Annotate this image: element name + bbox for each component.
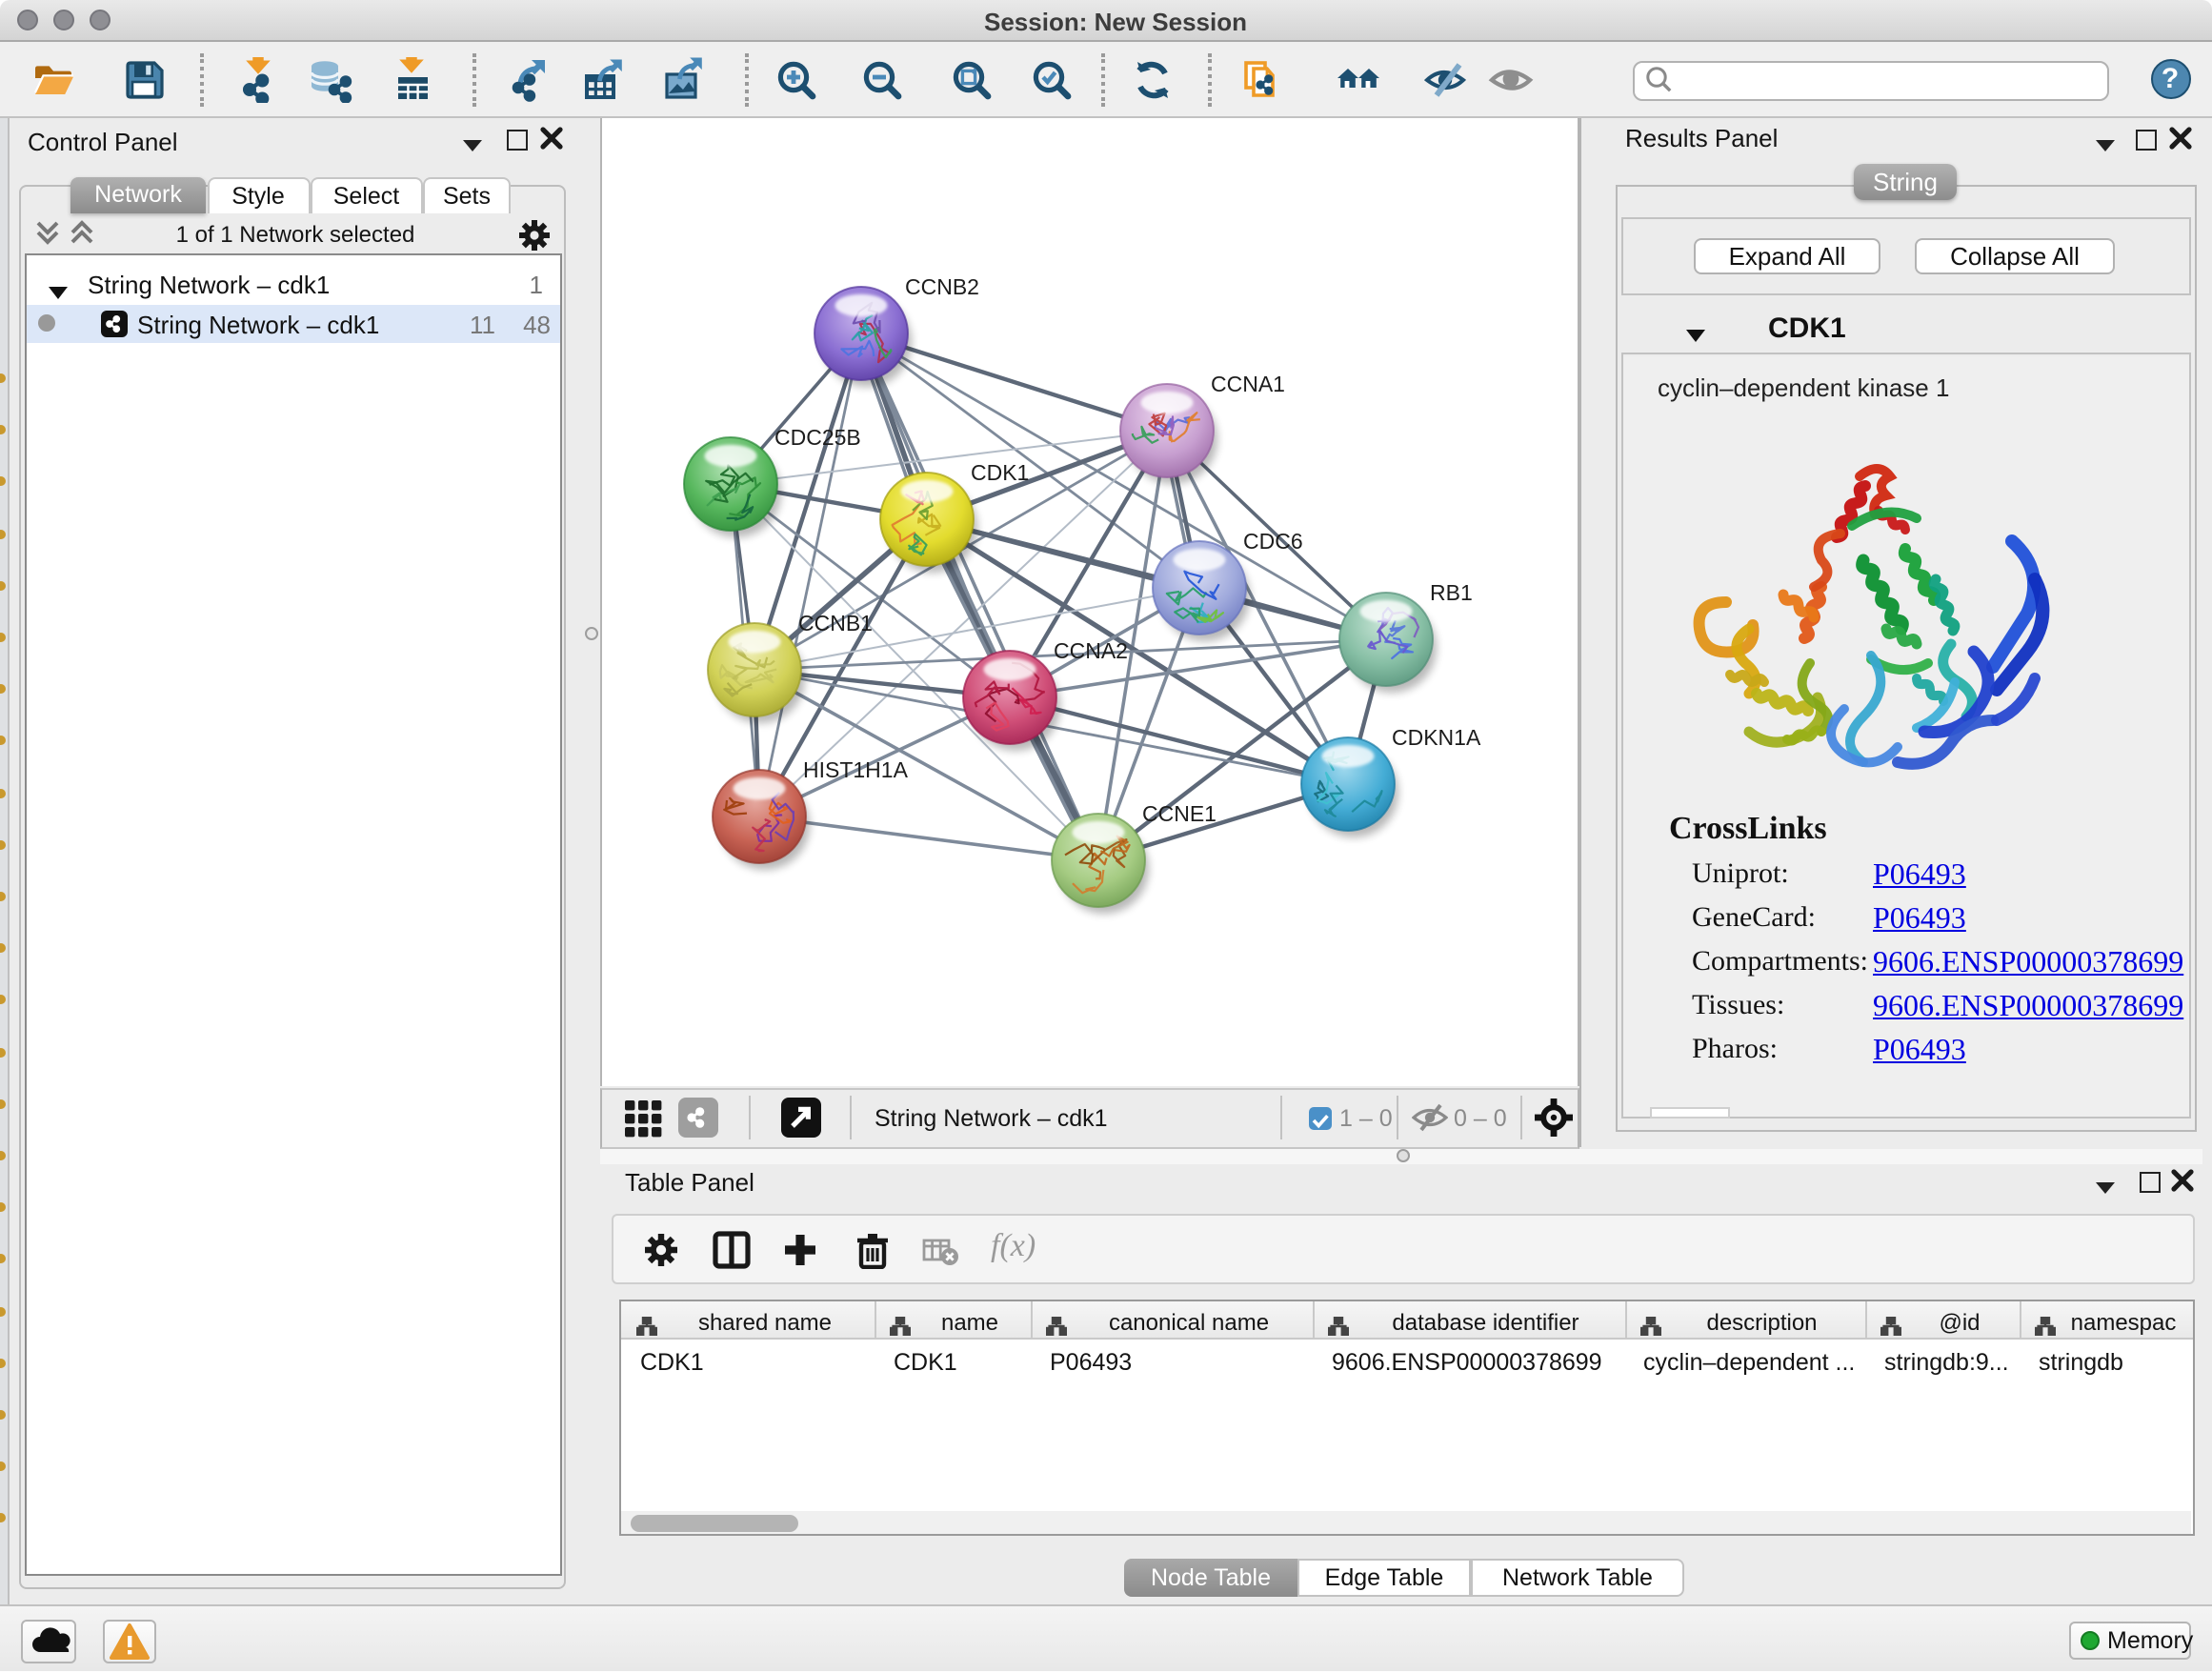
svg-text:HIST1H1A: HIST1H1A: [803, 757, 909, 782]
svg-text:RB1: RB1: [1430, 580, 1473, 605]
svg-text:CCNB2: CCNB2: [905, 274, 979, 299]
svg-text:CCNE1: CCNE1: [1142, 801, 1217, 826]
svg-text:CCNB1: CCNB1: [798, 611, 873, 635]
svg-text:CDC6: CDC6: [1243, 529, 1303, 554]
svg-text:CDC25B: CDC25B: [774, 425, 861, 450]
svg-text:CDK1: CDK1: [971, 460, 1029, 485]
svg-text:CCNA1: CCNA1: [1211, 372, 1285, 396]
svg-text:CCNA2: CCNA2: [1054, 638, 1128, 663]
svg-text:CDKN1A: CDKN1A: [1392, 725, 1481, 750]
